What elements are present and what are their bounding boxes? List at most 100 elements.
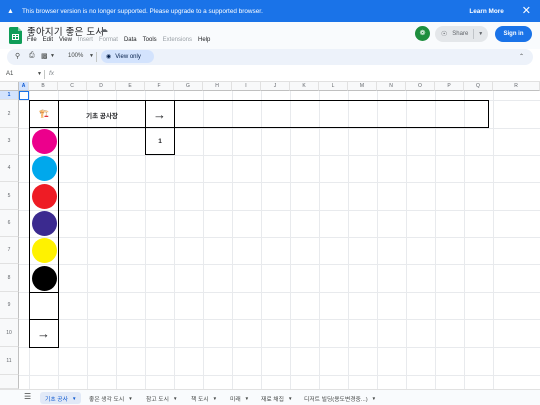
col-header-f[interactable]: F	[145, 82, 174, 91]
tab-label: 미래	[230, 396, 241, 403]
formula-divider	[44, 70, 45, 79]
menu-file[interactable]: File	[27, 37, 37, 43]
row-header-10[interactable]: 10	[0, 319, 19, 347]
col-header-q[interactable]: Q	[464, 82, 493, 91]
col-header-p[interactable]: P	[435, 82, 464, 91]
tab-sheet-2[interactable]: 좋은 생각 도시 ▼	[89, 392, 133, 404]
col-header-a[interactable]: A	[19, 82, 29, 91]
tab-label: 참고 도시	[146, 396, 169, 403]
paint-format-icon[interactable]: ▩	[41, 52, 48, 60]
cell-f3-value: 1	[158, 138, 162, 145]
grid-line	[232, 91, 233, 389]
menu-insert[interactable]: Insert	[78, 37, 93, 43]
cloud-status-icon[interactable]: ☁	[100, 25, 108, 34]
menu-format[interactable]: Format	[99, 37, 118, 43]
tab-sheet-6[interactable]: 재료 채집 ▼	[261, 392, 292, 404]
tab-sheet-3[interactable]: 참고 도시 ▼	[146, 392, 177, 404]
col-header-k[interactable]: K	[290, 82, 319, 91]
row-header-11[interactable]: 11	[0, 347, 19, 375]
magenta-circle	[32, 129, 57, 154]
construction-icon: 🏗️	[39, 109, 49, 118]
col-header-n[interactable]: N	[377, 82, 406, 91]
select-all-corner[interactable]	[0, 82, 19, 91]
toolbar-divider	[96, 52, 97, 62]
menu-bar: File Edit View Insert Format Data Tools …	[27, 37, 216, 43]
learn-more-link[interactable]: Learn More	[469, 8, 503, 15]
menu-extensions[interactable]: Extensions	[163, 37, 192, 43]
tab-label: 기초 공사	[45, 396, 68, 403]
grid-line	[261, 91, 262, 389]
menu-data[interactable]: Data	[124, 37, 137, 43]
grid-line	[435, 91, 436, 389]
chevron-down-icon[interactable]: ▼	[50, 53, 55, 59]
grid-line	[19, 347, 540, 348]
arrow-f2: →	[153, 107, 166, 122]
col-header-d[interactable]: D	[87, 82, 116, 91]
chevron-down-icon[interactable]: ▼	[245, 396, 249, 401]
row-header-5[interactable]: 5	[0, 182, 19, 210]
purple-circle	[32, 211, 57, 236]
row-header-9[interactable]: 9	[0, 292, 19, 319]
row-header-4[interactable]: 4	[0, 155, 19, 182]
sheet-grid[interactable]: A B C D E F G H I J K L M N O P Q R 1 2 …	[0, 82, 540, 389]
menu-edit[interactable]: Edit	[43, 37, 53, 43]
col-header-g[interactable]: G	[174, 82, 203, 91]
row-header-2[interactable]: 2	[0, 100, 19, 128]
share-button[interactable]: ☉ Share ▼	[435, 26, 488, 42]
row-header-3[interactable]: 3	[0, 128, 19, 155]
chevron-down-icon[interactable]: ▼	[173, 396, 177, 401]
col-header-o[interactable]: O	[406, 82, 435, 91]
chevron-down-icon[interactable]: ▼	[72, 396, 76, 401]
name-box-chevron-icon[interactable]: ▼	[37, 71, 42, 77]
row-header-6[interactable]: 6	[0, 210, 19, 237]
share-label: Share	[452, 31, 469, 37]
row-header-8[interactable]: 8	[0, 264, 19, 292]
row-header-1[interactable]: 1	[0, 91, 19, 100]
grid-line	[19, 182, 540, 183]
cell-f-divider	[145, 127, 175, 128]
col-header-l[interactable]: L	[319, 82, 348, 91]
col-header-h[interactable]: H	[203, 82, 232, 91]
tab-sheet-7[interactable]: 디저트 빌딩(용도변경중...) ▼	[304, 392, 376, 404]
chevron-down-icon[interactable]: ▼	[213, 396, 217, 401]
name-box[interactable]: A1	[6, 71, 13, 77]
col-header-r[interactable]: R	[493, 82, 540, 91]
tab-sheet-4[interactable]: 책 도시 ▼	[191, 392, 217, 404]
col-header-b[interactable]: B	[29, 82, 58, 91]
menu-tools[interactable]: Tools	[143, 37, 157, 43]
col-header-c[interactable]: C	[58, 82, 87, 91]
tab-label: 좋은 생각 도시	[89, 396, 125, 403]
chevron-down-icon[interactable]: ▼	[478, 31, 483, 37]
col-header-m[interactable]: M	[348, 82, 377, 91]
document-title[interactable]: 좋아지기 좋은 도시	[27, 24, 104, 38]
chevron-down-icon[interactable]: ▼	[288, 396, 292, 401]
sign-in-button[interactable]: Sign in	[495, 26, 532, 42]
grid-line	[19, 264, 540, 265]
grid-line	[19, 128, 540, 129]
all-sheets-menu-icon[interactable]: ☰	[24, 393, 31, 401]
tab-sheet-1[interactable]: 기초 공사 ▼	[40, 392, 82, 404]
chevron-down-icon[interactable]: ▼	[372, 396, 376, 401]
sheets-logo-icon[interactable]	[9, 27, 22, 44]
menu-help[interactable]: Help	[198, 37, 210, 43]
menu-view[interactable]: View	[59, 37, 72, 43]
chevron-down-icon[interactable]: ▼	[128, 396, 132, 401]
close-icon[interactable]: ✕	[522, 5, 531, 17]
view-only-chip[interactable]: ◉ View only	[101, 50, 154, 63]
selected-cell-a1[interactable]	[19, 91, 29, 100]
col-header-j[interactable]: J	[261, 82, 290, 91]
zoom-select[interactable]: 100%	[68, 53, 83, 59]
collapse-toolbar-icon[interactable]: ⌃	[519, 53, 524, 60]
grid-line	[290, 91, 291, 389]
grid-line	[348, 91, 349, 389]
print-icon[interactable]: ⎙	[29, 52, 35, 60]
zoom-chevron-icon[interactable]: ▼	[89, 53, 94, 59]
search-icon[interactable]: ⚲	[15, 52, 20, 60]
col-header-e[interactable]: E	[116, 82, 145, 91]
tab-sheet-5[interactable]: 미래 ▼	[230, 392, 249, 404]
grid-line	[406, 91, 407, 389]
col-header-i[interactable]: I	[232, 82, 261, 91]
row-header-12[interactable]	[0, 375, 19, 389]
row-header-7[interactable]: 7	[0, 237, 19, 264]
avatar[interactable]: ❁	[415, 26, 430, 41]
